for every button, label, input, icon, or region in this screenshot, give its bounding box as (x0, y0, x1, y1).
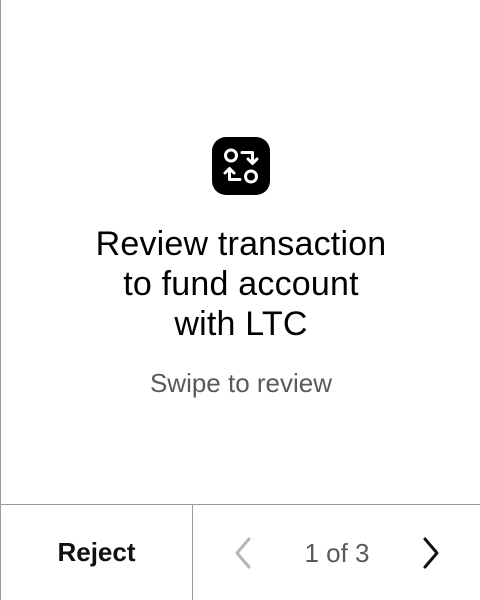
chevron-right-icon (423, 537, 439, 569)
swipe-hint: Swipe to review (149, 368, 333, 398)
device-screen: Review transaction to fund account with … (0, 0, 480, 600)
page-title: Review transaction to fund account with … (41, 224, 441, 344)
footer-bar: Reject 1 of 3 (1, 504, 480, 600)
pager: 1 of 3 (193, 505, 480, 600)
review-intro: Review transaction to fund account with … (1, 0, 480, 504)
previous-page-button[interactable] (229, 535, 259, 571)
page-indicator: 1 of 3 (304, 538, 370, 568)
title-line: to fund account (123, 265, 359, 303)
chevron-left-icon (235, 537, 251, 569)
title-line: Review transaction (95, 225, 387, 263)
reject-button[interactable]: Reject (1, 505, 193, 600)
swap-arrows-icon (212, 137, 270, 195)
next-page-button[interactable] (415, 535, 445, 571)
title-line: with LTC (174, 305, 308, 343)
